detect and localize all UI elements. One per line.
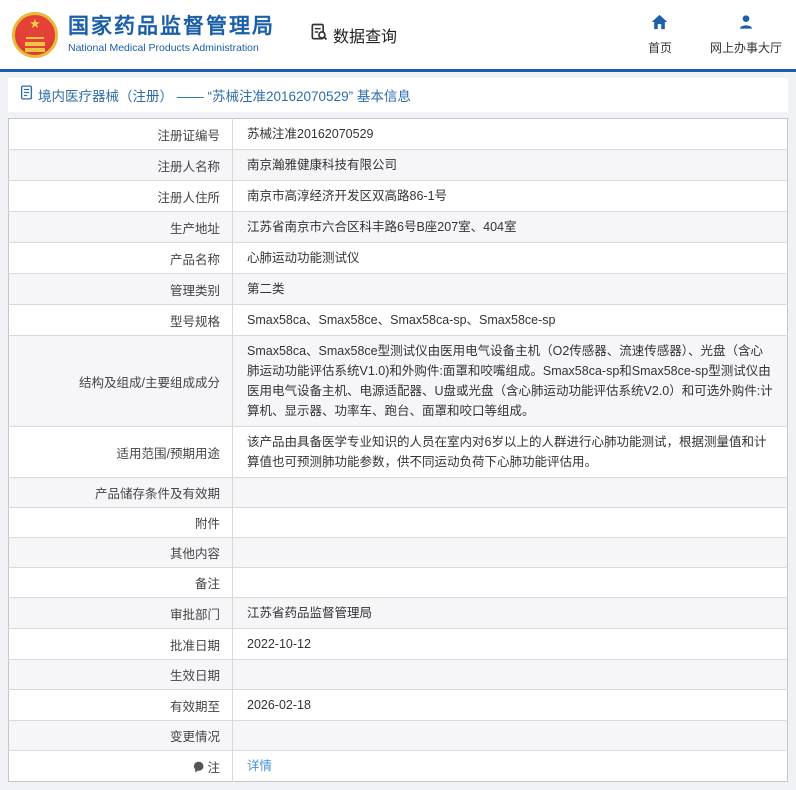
nav-service-hall-label: 网上办事大厅 bbox=[709, 40, 782, 55]
row-label: 产品名称 bbox=[8, 242, 233, 274]
row-value bbox=[232, 720, 788, 751]
row-label: 审批部门 bbox=[8, 597, 233, 629]
row-value bbox=[232, 567, 788, 598]
row-label: 产品储存条件及有效期 bbox=[8, 477, 233, 508]
row-label: 有效期至 bbox=[8, 689, 233, 721]
breadcrumb-text: 境内医疗器械（注册） —— “苏械注准20162070529” 基本信息 bbox=[38, 89, 411, 104]
table-row: 变更情况 bbox=[8, 720, 788, 751]
table-row: 结构及组成/主要组成成分 Smax58ca、Smax58ce型测试仪由医用电气设备… bbox=[8, 335, 788, 427]
detail-link[interactable]: 详情 bbox=[247, 759, 272, 773]
row-value: 第二类 bbox=[232, 273, 788, 305]
row-value: Smax58ca、Smax58ce型测试仪由医用电气设备主机（O2传感器、流速传… bbox=[232, 335, 788, 427]
row-value bbox=[232, 477, 788, 508]
table-row: 批准日期 2022-10-12 bbox=[8, 628, 788, 660]
row-label: 注 bbox=[8, 750, 233, 782]
table-row: 产品名称 心肺运动功能测试仪 bbox=[8, 242, 788, 274]
table-row: 生效日期 bbox=[8, 659, 788, 690]
row-value: 心肺运动功能测试仪 bbox=[232, 242, 788, 274]
row-label: 适用范围/预期用途 bbox=[8, 426, 233, 478]
row-label: 注册人住所 bbox=[8, 180, 233, 212]
row-label: 变更情况 bbox=[8, 720, 233, 751]
table-row: 生产地址 江苏省南京市六合区科丰路6号B座207室、404室 bbox=[8, 211, 788, 243]
row-value: 2022-10-12 bbox=[232, 628, 788, 660]
content-area: 境内医疗器械（注册） —— “苏械注准20162070529” 基本信息 注册证… bbox=[0, 72, 796, 790]
table-row: 注册证编号 苏械注准20162070529 bbox=[8, 118, 788, 150]
home-icon bbox=[651, 14, 668, 35]
header: ★ 国家药品监督管理局 National Medical Products Ad… bbox=[0, 0, 796, 72]
row-label: 生产地址 bbox=[8, 211, 233, 243]
document-icon bbox=[20, 85, 33, 105]
table-row: 审批部门 江苏省药品监督管理局 bbox=[8, 597, 788, 629]
row-value: 南京瀚雅健康科技有限公司 bbox=[232, 149, 788, 181]
row-value: Smax58ca、Smax58ce、Smax58ca-sp、Smax58ce-s… bbox=[232, 304, 788, 336]
emblem-gate-icon bbox=[25, 41, 45, 46]
row-label: 备注 bbox=[8, 567, 233, 598]
nav-home-label: 首页 bbox=[647, 40, 672, 55]
user-icon bbox=[738, 14, 754, 35]
row-label: 管理类别 bbox=[8, 273, 233, 305]
org-name-cn: 国家药品监督管理局 bbox=[68, 15, 275, 39]
national-emblem-logo: ★ bbox=[12, 11, 58, 58]
row-value: 江苏省药品监督管理局 bbox=[232, 597, 788, 629]
header-nav: 首页 网上办事大厅 bbox=[640, 14, 782, 56]
row-label: 注册人名称 bbox=[8, 149, 233, 181]
table-row: 注详情 bbox=[8, 750, 788, 782]
row-value: 南京市高淳经济开发区双高路86-1号 bbox=[232, 180, 788, 212]
row-label: 型号规格 bbox=[8, 304, 233, 336]
row-value: 苏械注准20162070529 bbox=[247, 127, 374, 141]
row-value: 该产品由具备医学专业知识的人员在室内对6岁以上的人群进行心肺功能测试，根据测量值… bbox=[232, 426, 788, 478]
data-query-section[interactable]: 数据查询 bbox=[309, 22, 397, 47]
nav-item-home[interactable]: 首页 bbox=[640, 14, 680, 56]
table-row: 产品储存条件及有效期 bbox=[8, 477, 788, 508]
org-name-en: National Medical Products Administration bbox=[68, 41, 259, 54]
table-row: 管理类别 第二类 bbox=[8, 273, 788, 305]
row-value bbox=[232, 537, 788, 568]
table-row: 注册人住所 南京市高淳经济开发区双高路86-1号 bbox=[8, 180, 788, 212]
table-row: 适用范围/预期用途 该产品由具备医学专业知识的人员在室内对6岁以上的人群进行心肺功… bbox=[8, 426, 788, 478]
table-row: 备注 bbox=[8, 567, 788, 598]
row-label: 生效日期 bbox=[8, 659, 233, 690]
registration-info-table: 注册证编号 苏械注准20162070529 注册人名称 南京瀚雅健康科技有限公司 注册人… bbox=[8, 118, 788, 782]
nav-item-service-hall[interactable]: 网上办事大厅 bbox=[710, 14, 782, 56]
row-label: 结构及组成/主要组成成分 bbox=[8, 335, 233, 427]
table-row: 注册人名称 南京瀚雅健康科技有限公司 bbox=[8, 149, 788, 181]
emblem-star-icon: ★ bbox=[29, 15, 41, 31]
row-value bbox=[232, 659, 788, 690]
table-row: 有效期至 2026-02-18 bbox=[8, 689, 788, 721]
data-query-label: 数据查询 bbox=[333, 28, 398, 46]
table-row: 附件 bbox=[8, 507, 788, 538]
table-row: 其他内容 bbox=[8, 537, 788, 568]
note-icon bbox=[193, 761, 205, 776]
breadcrumb: 境内医疗器械（注册） —— “苏械注准20162070529” 基本信息 bbox=[8, 78, 788, 112]
info-table-body: 注册证编号 苏械注准20162070529 注册人名称 南京瀚雅健康科技有限公司 注册人… bbox=[8, 118, 788, 782]
row-label: 批准日期 bbox=[8, 628, 233, 660]
row-label: 其他内容 bbox=[8, 537, 233, 568]
row-value: 2026-02-18 bbox=[232, 689, 788, 721]
table-row: 型号规格 Smax58ca、Smax58ce、Smax58ca-sp、Smax58… bbox=[8, 304, 788, 336]
row-value bbox=[232, 507, 788, 538]
row-value: 详情 bbox=[232, 750, 788, 782]
row-label: 附件 bbox=[8, 507, 233, 538]
row-label: 注册证编号 bbox=[8, 118, 233, 150]
org-names: 国家药品监督管理局 National Medical Products Admi… bbox=[68, 15, 275, 53]
doc-search-icon bbox=[309, 22, 329, 47]
row-value: 江苏省南京市六合区科丰路6号B座207室、404室 bbox=[232, 211, 788, 243]
